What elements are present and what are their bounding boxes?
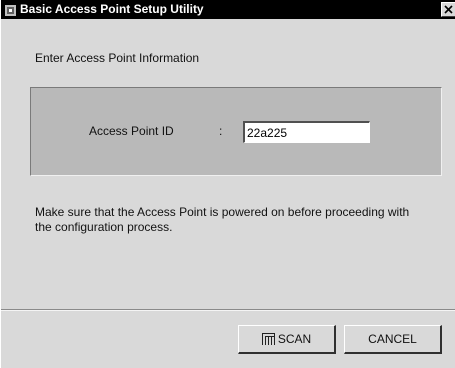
scan-button[interactable]: SCAN: [238, 325, 336, 354]
cancel-button[interactable]: CANCEL: [344, 325, 442, 354]
title-bar[interactable]: Basic Access Point Setup Utility: [1, 0, 455, 19]
field-colon: :: [219, 124, 223, 138]
close-button[interactable]: [441, 2, 455, 17]
window-title: Basic Access Point Setup Utility: [20, 2, 204, 16]
access-point-id-label: Access Point ID: [89, 124, 174, 138]
setup-dialog: Basic Access Point Setup Utility Enter A…: [0, 0, 455, 368]
section-heading: Enter Access Point Information: [35, 51, 200, 65]
scan-button-label: SCAN: [277, 332, 312, 346]
scan-icon: [261, 333, 275, 345]
access-point-panel: Access Point ID :: [30, 87, 442, 176]
access-point-id-input[interactable]: [243, 121, 370, 143]
close-icon: [444, 5, 453, 14]
app-icon: [5, 3, 16, 16]
cancel-button-label: CANCEL: [368, 332, 417, 346]
power-on-note: Make sure that the Access Point is power…: [35, 205, 410, 234]
button-separator: [1, 309, 455, 311]
